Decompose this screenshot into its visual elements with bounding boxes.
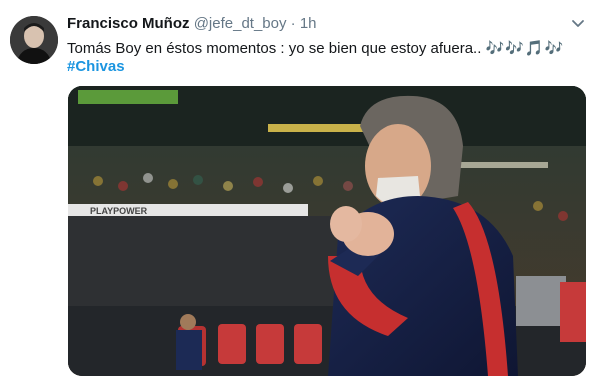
- avatar-image: [10, 16, 58, 64]
- music-notes-emoji: 🎶🎶🎵🎶: [485, 40, 565, 57]
- hashtag-link[interactable]: #Chivas: [67, 58, 125, 75]
- timestamp[interactable]: 1h: [300, 15, 317, 32]
- tweet-header: Francisco Muñoz @jefe_dt_boy · 1h: [67, 15, 317, 35]
- author-handle[interactable]: @jefe_dt_boy: [194, 15, 287, 32]
- ad-board-text: PLAYPOWER: [90, 206, 148, 216]
- tweet-text: Tomás Boy en éstos momentos : yo se bien…: [67, 39, 587, 59]
- author-name[interactable]: Francisco Muñoz: [67, 15, 190, 32]
- tweet-text-body: Tomás Boy en éstos momentos : yo se bien…: [67, 40, 482, 57]
- chevron-down-icon[interactable]: [570, 16, 586, 32]
- stadium-photo: PLAYPOWER: [68, 86, 586, 376]
- separator-dot: ·: [290, 15, 296, 32]
- tweet-card[interactable]: Francisco Muñoz @jefe_dt_boy · 1h Tomás …: [0, 0, 596, 388]
- tweet-photo[interactable]: PLAYPOWER: [68, 86, 586, 376]
- avatar[interactable]: [10, 16, 58, 64]
